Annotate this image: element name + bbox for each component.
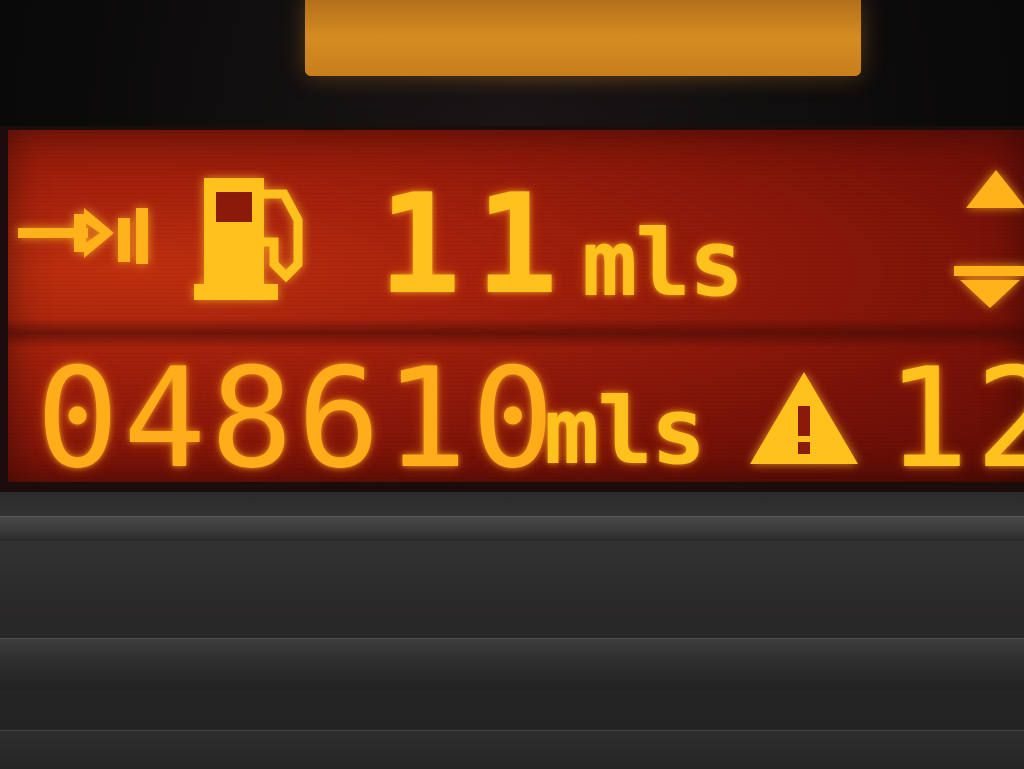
dashboard-ledge-middle (0, 638, 1024, 689)
fuel-range-value: 11 (378, 164, 573, 325)
scroll-up-arrow-icon[interactable] (966, 170, 1024, 210)
upper-display (305, 0, 861, 76)
dashboard-scene: 11 mls 048610 mls 12 (0, 0, 1024, 769)
dashboard-ledge-upper (0, 516, 1024, 541)
odometer-unit: mls (544, 378, 706, 485)
fuel-range-unit: mls (582, 210, 744, 317)
service-interval-value: 12 (886, 338, 1024, 499)
warning-triangle-icon (748, 370, 860, 466)
arrow-to-bar-icon (18, 200, 150, 270)
fuel-pump-icon (194, 172, 306, 304)
dashboard-ledge-lower (0, 730, 1024, 769)
odometer-value: 048610 (36, 338, 559, 499)
scroll-down-arrow-icon[interactable] (954, 266, 1024, 308)
